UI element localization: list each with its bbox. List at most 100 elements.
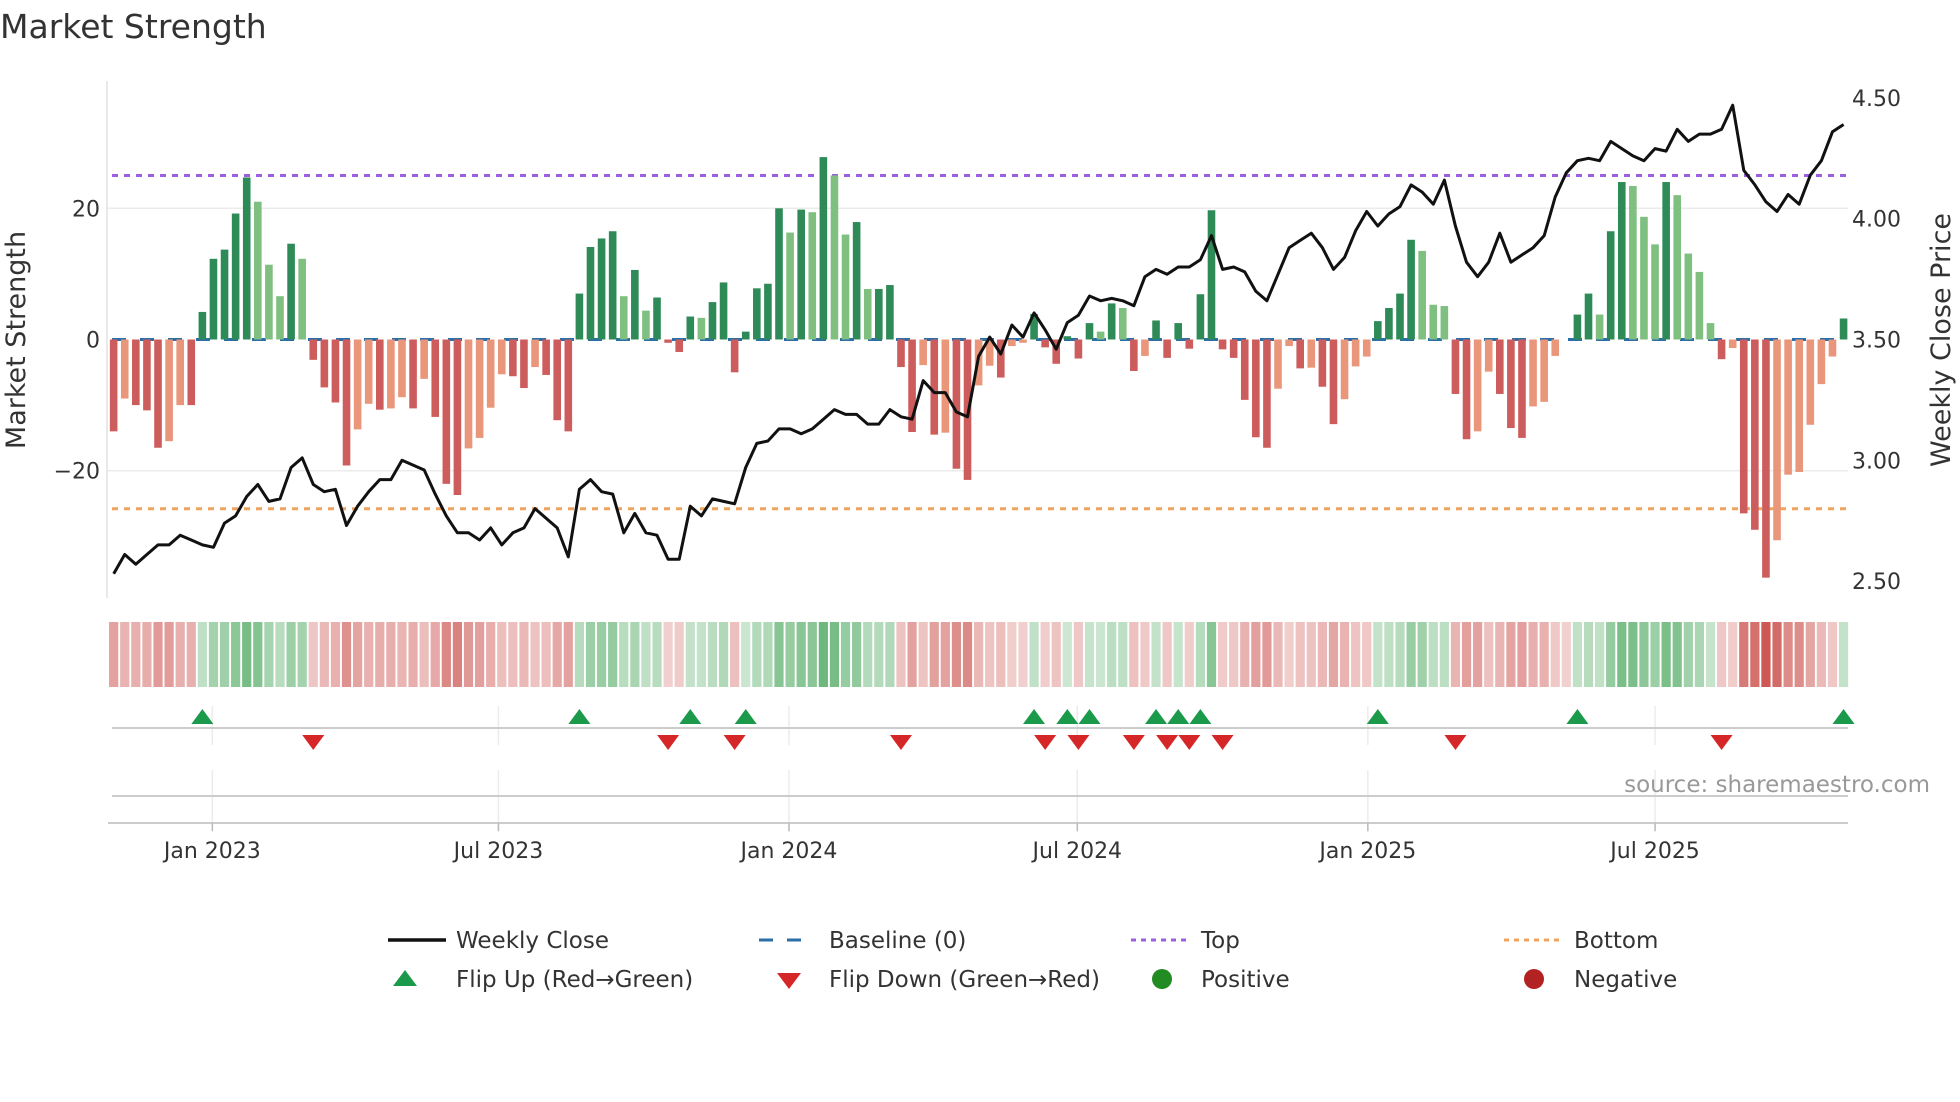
strip-cell-negative — [1539, 622, 1549, 687]
strength-bar — [1385, 308, 1393, 340]
strength-bar — [220, 249, 229, 340]
strength-bar — [786, 232, 794, 340]
strength-bar — [320, 339, 329, 388]
strength-bar — [298, 258, 306, 340]
strength-bar — [497, 339, 506, 375]
strip-cell-negative — [175, 622, 185, 687]
strength-bar — [1207, 210, 1216, 340]
strip-cell-negative — [1317, 622, 1327, 687]
strength-bar — [109, 339, 118, 432]
strength-bar — [1041, 339, 1049, 348]
strength-bar — [930, 339, 939, 435]
flip-up-icon — [1167, 709, 1190, 724]
legend-label: Negative — [1574, 967, 1677, 993]
flip-down-icon — [1122, 735, 1145, 750]
strip-cell-negative — [663, 622, 673, 687]
strip-cell-positive — [874, 622, 884, 687]
strength-bar — [1651, 244, 1659, 340]
strength-bar — [1429, 304, 1438, 340]
strip-cell-negative — [153, 622, 163, 687]
strip-cell-positive — [1373, 622, 1383, 687]
strength-bar — [1529, 339, 1537, 407]
right-axis-label: Weekly Close Price — [1926, 213, 1957, 467]
strip-cell-positive — [707, 622, 718, 687]
strength-bar — [342, 339, 351, 466]
strip-cell-positive — [231, 622, 241, 687]
strip-cell-negative — [419, 622, 429, 687]
strip-cell-negative — [452, 622, 463, 687]
strength-bar — [1263, 339, 1271, 448]
strip-cell-positive — [253, 622, 263, 687]
flip-up-icon — [1366, 709, 1389, 724]
flip-down-icon — [657, 735, 680, 750]
strip-cell-negative — [1739, 622, 1749, 687]
strength-bar — [1252, 339, 1260, 438]
strength-bar — [1318, 339, 1327, 387]
strength-bar — [952, 339, 961, 469]
strip-cell-positive — [1417, 622, 1427, 687]
strength-bar — [1118, 308, 1127, 340]
legend-flip-up: Flip Up (Red→Green) — [393, 967, 693, 993]
legend-baseline: Baseline (0) — [759, 928, 966, 954]
strength-bar — [919, 339, 927, 366]
strength-bar — [1484, 339, 1493, 372]
market-strength-chart: Market Strength 20 0 −20 4.50 4.00 3.50 3.00 2… — [0, 7, 1957, 993]
strip-cell-negative — [430, 622, 440, 687]
strip-cell-negative — [474, 622, 485, 687]
strength-bar — [775, 208, 783, 340]
flip-up-icon — [1078, 709, 1101, 724]
strip-cell-negative — [408, 622, 418, 687]
strength-bar — [664, 339, 672, 343]
flip-down-icon — [1211, 735, 1234, 750]
strip-cell-positive — [1606, 622, 1616, 687]
x-tick-label: Jul 2024 — [1031, 839, 1123, 864]
strip-cell-negative — [530, 622, 540, 687]
strength-bar — [797, 209, 805, 340]
strip-cell-negative — [1073, 622, 1084, 687]
strip-cell-negative — [896, 622, 906, 687]
strength-bar — [1551, 339, 1560, 356]
strip-cell-positive — [1084, 622, 1095, 687]
strength-bar — [741, 331, 750, 340]
strip-cell-negative — [109, 622, 119, 687]
strength-bar — [1640, 216, 1648, 340]
x-tick-label: Jan 2024 — [739, 839, 838, 864]
strip-cell-negative — [1240, 622, 1250, 687]
strength-bar — [120, 339, 129, 399]
strength-bar — [863, 288, 872, 340]
strip-cell-negative — [674, 622, 684, 687]
strip-cell-positive — [1428, 622, 1438, 687]
legend-label: Weekly Close — [456, 928, 609, 954]
strip-cell-negative — [940, 622, 950, 687]
strength-bar — [1351, 339, 1360, 367]
y2-tick-label: 4.00 — [1852, 208, 1901, 233]
strip-cell-negative — [375, 622, 385, 687]
strip-cell-positive — [1672, 622, 1682, 687]
strength-bar — [941, 339, 950, 433]
strength-bar — [1518, 339, 1526, 438]
flip-down-icon — [723, 735, 746, 750]
strip-cell-negative — [1217, 622, 1228, 687]
flip-up-icon — [1056, 709, 1079, 724]
legend-flip-down: Flip Down (Green→Red) — [777, 967, 1100, 993]
strip-cell-negative — [1306, 622, 1316, 687]
strength-bar — [1307, 339, 1316, 368]
strength-bar — [608, 231, 617, 340]
strength-bar — [830, 175, 839, 340]
strip-cell-positive — [1683, 622, 1693, 687]
strength-bar — [1152, 320, 1160, 340]
flip-panel — [108, 727, 1848, 824]
legend-label: Positive — [1201, 967, 1290, 993]
legend-positive: Positive — [1152, 967, 1290, 993]
strength-bar — [1717, 339, 1726, 360]
y-tick-label: 0 — [86, 329, 100, 354]
strip-cell-positive — [1628, 622, 1638, 687]
legend: Weekly Close Baseline (0) Top Bottom Fli… — [388, 928, 1677, 993]
strip-cell-positive — [208, 622, 219, 687]
strip-cell-negative — [1827, 622, 1838, 687]
strip-cell-positive — [1195, 622, 1205, 687]
circle-green-icon — [1152, 969, 1172, 989]
strip-cell-negative — [1284, 622, 1294, 687]
strength-bar — [1396, 293, 1404, 340]
strength-bar — [1096, 331, 1105, 340]
